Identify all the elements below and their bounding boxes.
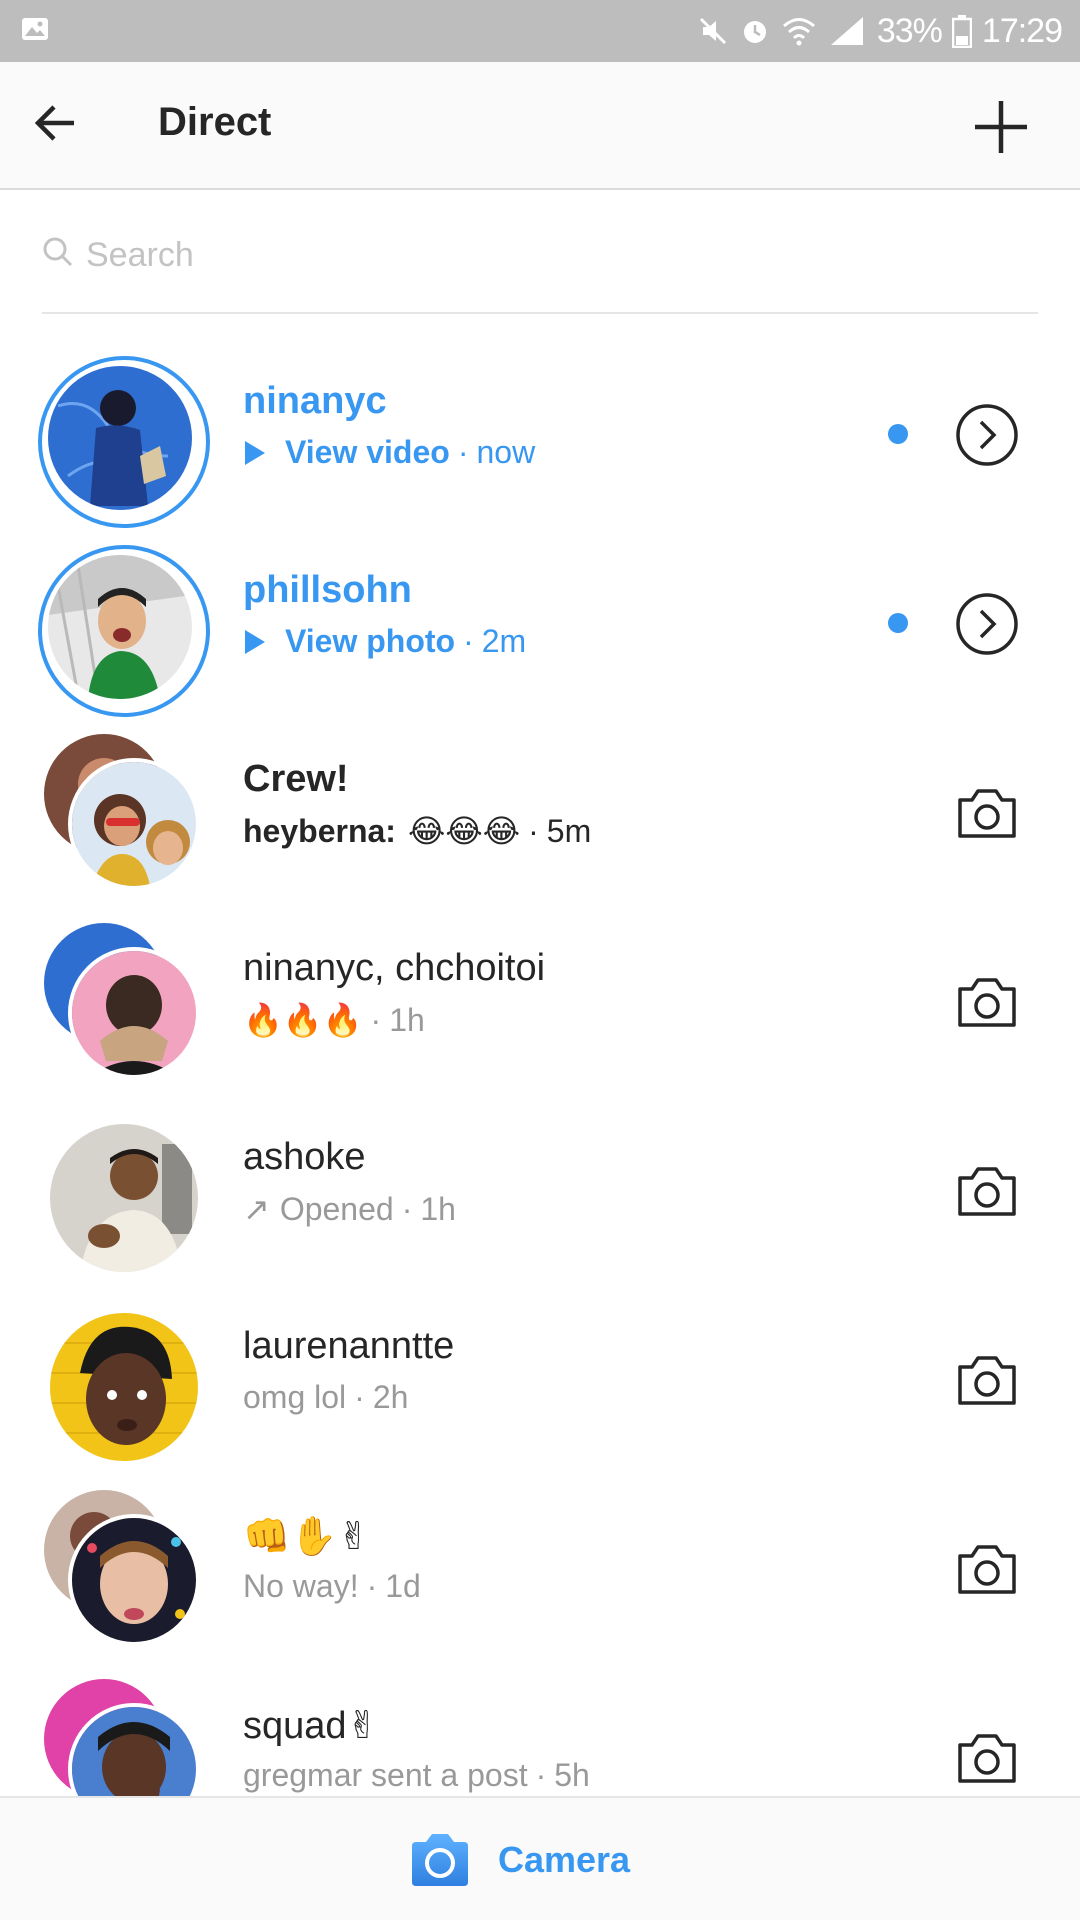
thread-time: 2h — [372, 1379, 409, 1415]
thread-row[interactable]: ashoke ↗ Opened · 1h — [0, 1098, 1080, 1286]
camera-icon — [958, 1356, 1016, 1405]
camera-icon — [958, 1167, 1016, 1216]
top-bar: Direct — [0, 62, 1080, 190]
thread-name: laurenanntte — [243, 1325, 455, 1367]
thread-name: ashoke — [243, 1136, 366, 1178]
status-bar: 33% 17:29 — [0, 0, 1080, 62]
unread-dot — [888, 613, 908, 633]
thread-row[interactable]: ninanyc, chchoitoi 🔥🔥🔥 · 1h — [0, 909, 1080, 1097]
thread-row[interactable]: 👊✋✌ No way! · 1d — [0, 1476, 1080, 1664]
camera-reply-button[interactable] — [954, 780, 1020, 846]
unread-dot — [888, 424, 908, 444]
play-icon — [245, 440, 265, 465]
chevron-right-circle-icon — [956, 404, 1018, 466]
camera-icon — [958, 1734, 1016, 1783]
emoji-message: 😂😂😂 — [407, 813, 521, 849]
sender-name: heyberna: — [243, 812, 396, 849]
clock: 17:29 — [981, 11, 1063, 50]
back-button[interactable] — [30, 98, 90, 154]
thread-row[interactable]: laurenanntte omg lol · 2h — [0, 1287, 1080, 1475]
last-message: gregmar sent a post — [243, 1757, 528, 1793]
search-bar — [42, 220, 1038, 314]
thread-name: ninanyc — [243, 380, 387, 422]
opened-arrow-icon: ↗ — [243, 1191, 270, 1227]
emoji-message: 🔥🔥🔥 — [243, 1002, 363, 1038]
thread-row[interactable]: Crew! heyberna: 😂😂😂 · 5m — [0, 720, 1080, 908]
avatar[interactable] — [38, 1112, 210, 1284]
last-message: omg lol — [243, 1379, 347, 1415]
battery-icon — [951, 14, 972, 48]
wifi-icon — [781, 15, 817, 47]
camera-icon — [958, 1545, 1016, 1594]
gallery-notification-icon — [20, 14, 50, 49]
thread-row[interactable]: phillsohn View photo · 2m — [0, 531, 1080, 719]
back-arrow-icon — [34, 105, 74, 141]
camera-icon — [958, 789, 1016, 838]
alarm-icon — [739, 15, 771, 47]
thread-preview: 🔥🔥🔥 · 1h — [243, 1001, 425, 1039]
battery-percent: 33% — [876, 11, 943, 50]
thread-name: Crew! — [243, 758, 349, 800]
thread-preview: gregmar sent a post · 5h — [243, 1757, 590, 1793]
thread-preview: heyberna: 😂😂😂 · 5m — [243, 812, 592, 850]
bottom-bar: Camera — [0, 1796, 1080, 1920]
last-message: No way! — [243, 1568, 359, 1604]
camera-button[interactable]: Camera — [408, 1828, 630, 1892]
camera-reply-button[interactable] — [954, 1536, 1020, 1602]
thread-preview: No way! · 1d — [243, 1568, 421, 1604]
camera-icon — [412, 1834, 468, 1886]
thread-time: 2m — [481, 623, 527, 659]
camera-reply-button[interactable] — [954, 1347, 1020, 1413]
thread-time: 5h — [554, 1757, 590, 1793]
page-title: Direct — [158, 100, 272, 144]
thread-preview: View photo · 2m — [243, 623, 526, 660]
camera-label: Camera — [498, 1839, 631, 1880]
chevron-right-circle-icon — [956, 593, 1018, 655]
new-message-button[interactable] — [972, 98, 1030, 156]
signal-icon — [827, 15, 867, 47]
thread-name: 👊✋✌ — [243, 1516, 370, 1558]
thread-time: 5m — [546, 812, 592, 849]
thread-time: 1d — [385, 1568, 421, 1604]
mute-icon — [697, 15, 729, 47]
group-avatar[interactable] — [38, 1490, 210, 1662]
group-avatar[interactable] — [38, 923, 210, 1095]
plus-icon — [975, 101, 1027, 153]
avatar[interactable] — [38, 545, 210, 717]
thread-name: phillsohn — [243, 569, 412, 611]
thread-time: 1h — [420, 1190, 456, 1227]
thread-preview: ↗ Opened · 1h — [243, 1190, 456, 1228]
camera-icon — [958, 978, 1016, 1027]
camera-reply-button[interactable] — [954, 1725, 1020, 1791]
avatar[interactable] — [38, 356, 210, 528]
thread-name: squad✌ — [243, 1705, 379, 1747]
open-thread-button[interactable] — [954, 402, 1020, 468]
avatar[interactable] — [38, 1301, 210, 1473]
search-input[interactable] — [86, 230, 986, 280]
thread-row[interactable]: ninanyc View video · now — [0, 342, 1080, 530]
camera-reply-button[interactable] — [954, 1158, 1020, 1224]
play-icon — [245, 629, 265, 654]
thread-name: ninanyc, chchoitoi — [243, 947, 546, 989]
open-thread-button[interactable] — [954, 591, 1020, 657]
thread-preview: omg lol · 2h — [243, 1379, 409, 1415]
thread-time: 1h — [389, 1001, 425, 1038]
camera-reply-button[interactable] — [954, 969, 1020, 1035]
thread-preview: View video · now — [243, 434, 535, 471]
group-avatar[interactable] — [38, 734, 210, 906]
thread-time: now — [476, 434, 536, 470]
search-icon — [42, 236, 74, 273]
status-text: Opened — [279, 1190, 394, 1227]
